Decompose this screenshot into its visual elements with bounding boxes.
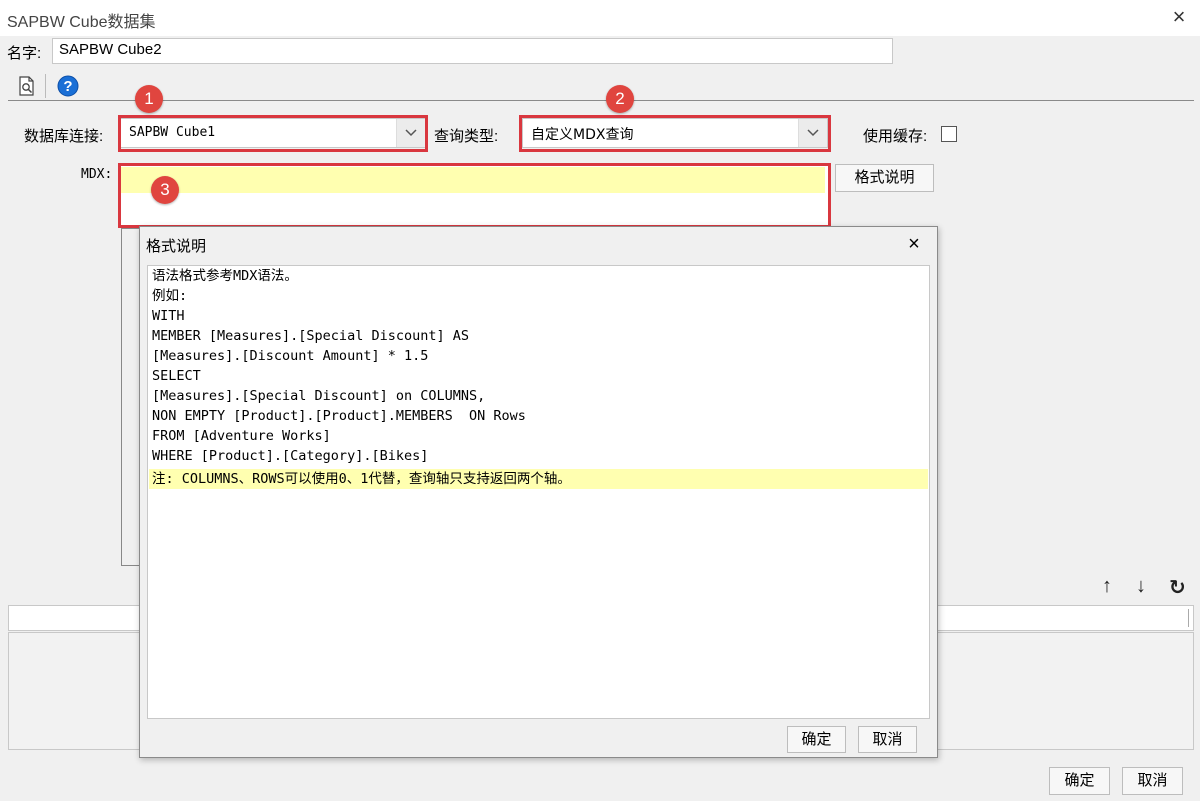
svg-text:?: ?: [63, 78, 72, 95]
annotation-badge-1: 1: [135, 85, 163, 113]
arrow-down-icon[interactable]: ↓: [1136, 575, 1146, 598]
column-divider: [1188, 609, 1189, 627]
chevron-down-icon[interactable]: [396, 119, 425, 147]
help-line: WITH: [152, 308, 185, 324]
help-icon[interactable]: ?: [57, 75, 79, 97]
name-input[interactable]: SAPBW Cube2: [52, 38, 893, 64]
name-label: 名字:: [7, 45, 42, 62]
current-line-highlight: [120, 167, 825, 193]
help-line: SELECT: [152, 368, 201, 384]
help-line: 例如:: [152, 288, 188, 304]
toolbar-divider: [45, 74, 46, 98]
preview-icon[interactable]: [16, 75, 38, 97]
toolbar-separator: [8, 100, 1194, 101]
help-line: 语法格式参考MDX语法。: [152, 268, 298, 284]
dialog-ok-button[interactable]: 确定: [787, 726, 846, 753]
query-type-value: 自定义MDX查询: [531, 127, 634, 143]
use-cache-label: 使用缓存:: [863, 128, 928, 145]
close-icon[interactable]: ×: [900, 231, 928, 257]
help-line: FROM [Adventure Works]: [152, 428, 331, 444]
use-cache-checkbox[interactable]: [941, 126, 957, 142]
db-connection-select[interactable]: SAPBW Cube1: [120, 118, 426, 148]
format-help-text: 语法格式参考MDX语法。 例如: WITH MEMBER [Measures].…: [147, 265, 930, 719]
help-line: MEMBER [Measures].[Special Discount] AS: [152, 328, 469, 344]
help-line: [Measures].[Discount Amount] * 1.5: [152, 348, 429, 364]
arrow-up-icon[interactable]: ↑: [1102, 575, 1112, 598]
annotation-badge-2: 2: [606, 85, 634, 113]
chevron-down-icon[interactable]: [798, 119, 827, 147]
db-connection-label: 数据库连接:: [24, 128, 104, 145]
dialog-cancel-button[interactable]: 取消: [858, 726, 917, 753]
dialog-title: 格式说明: [146, 238, 207, 255]
ok-button[interactable]: 确定: [1049, 767, 1110, 795]
db-connection-value: SAPBW Cube1: [129, 125, 216, 140]
help-note-line: 注: COLUMNS、ROWS可以使用0、1代替，查询轴只支持返回两个轴。: [152, 471, 571, 487]
format-help-button[interactable]: 格式说明: [835, 164, 934, 192]
mdx-panel-edge: [121, 228, 141, 566]
help-line: [Measures].[Special Discount] on COLUMNS…: [152, 388, 486, 404]
mdx-label: MDX:: [81, 167, 113, 182]
query-type-select[interactable]: 自定义MDX查询: [522, 118, 828, 148]
cancel-button[interactable]: 取消: [1122, 767, 1183, 795]
refresh-icon[interactable]: ↻: [1169, 575, 1186, 600]
query-type-label: 查询类型:: [434, 128, 499, 145]
window-title: SAPBW Cube数据集: [7, 14, 156, 31]
format-help-dialog: 格式说明 × 语法格式参考MDX语法。 例如: WITH MEMBER [Mea…: [139, 226, 938, 758]
help-line: WHERE [Product].[Category].[Bikes]: [152, 448, 429, 464]
help-line: NON EMPTY [Product].[Product].MEMBERS ON…: [152, 408, 526, 424]
title-bar: SAPBW Cube数据集 ×: [0, 0, 1200, 36]
annotation-badge-3: 3: [151, 176, 179, 204]
mdx-input[interactable]: [120, 165, 829, 225]
close-icon[interactable]: ×: [1164, 3, 1194, 31]
